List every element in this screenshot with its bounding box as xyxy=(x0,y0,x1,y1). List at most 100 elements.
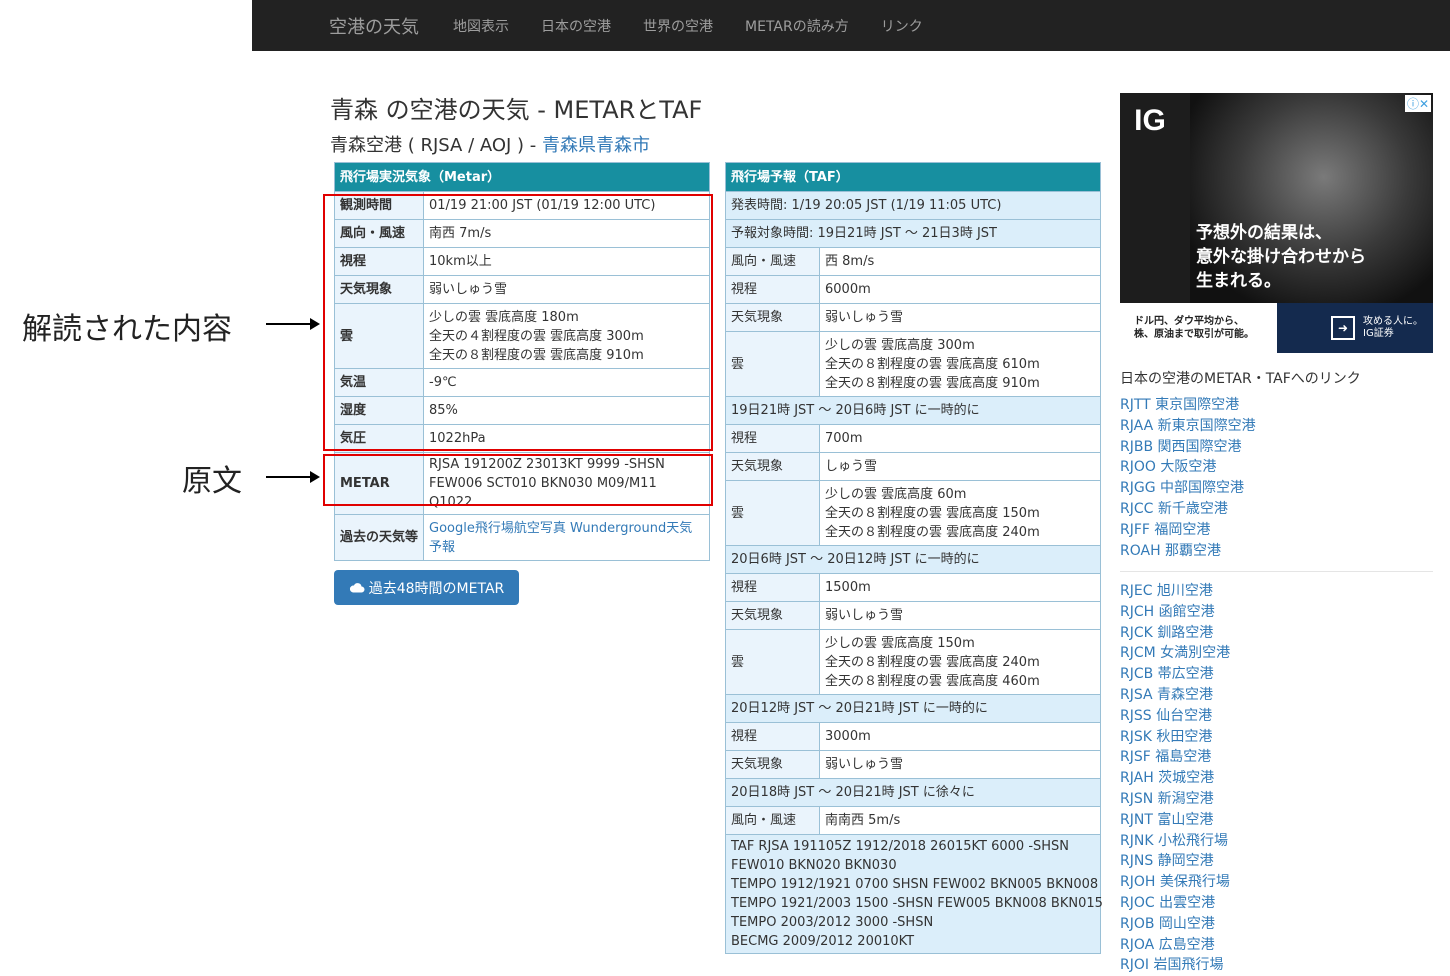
airport-link[interactable]: ROAH 那覇空港 xyxy=(1120,541,1256,562)
airport-link[interactable]: RJOO 大阪空港 xyxy=(1120,457,1256,478)
taf-row-value: 弱いしゅう雪 xyxy=(819,750,1101,779)
cloud-line: 全天の８割程度の雲 雲底高度 460m xyxy=(825,673,1040,689)
site-brand-link[interactable]: 空港の天気 xyxy=(329,13,419,39)
past-weather-links[interactable]: Google飛行場航空写真 Wunderground天気予報 xyxy=(429,521,692,555)
ad-banner[interactable]: IG ⓘ✕ 予想外の結果は、 意外な掛け合わせから 生まれる。 ドル円、ダウ平均… xyxy=(1120,93,1433,353)
airport-link[interactable]: RJCC 新千歳空港 xyxy=(1120,499,1256,520)
ad-copy-line: 意外な掛け合わせから xyxy=(1196,247,1366,267)
airport-link[interactable]: RJOI 岩国飛行場 xyxy=(1120,955,1230,976)
airport-link[interactable]: RJFF 福岡空港 xyxy=(1120,520,1256,541)
major-airport-list: RJTT 東京国際空港 RJAA 新東京国際空港 RJBB 関西国際空港 RJO… xyxy=(1120,395,1256,561)
airport-link[interactable]: RJSN 新潟空港 xyxy=(1120,789,1230,810)
taf-row-value: 3000m xyxy=(819,722,1101,751)
airport-link[interactable]: RJNT 富山空港 xyxy=(1120,810,1230,831)
taf-issued-time: 発表時間: 1/19 20:05 JST (1/19 11:05 UTC) xyxy=(725,191,1101,220)
taf-row-value: 700m xyxy=(819,424,1101,453)
ad-cta-line: 攻める人に。 xyxy=(1363,316,1423,327)
airport-link[interactable]: RJEC 旭川空港 xyxy=(1120,581,1230,602)
taf-row-value: 1500m xyxy=(819,573,1101,602)
raw-highlight-box xyxy=(323,454,713,506)
taf-row-label: 視程 xyxy=(725,424,820,453)
raw-arrow xyxy=(266,471,320,483)
taf-row-value: 6000m xyxy=(819,275,1101,304)
taf-raw-line: FEW010 BKN020 BKN030 xyxy=(731,858,897,873)
decoded-highlight-box xyxy=(323,194,713,451)
ad-cta[interactable]: ➜ 攻める人に。 IG証券 xyxy=(1277,303,1433,353)
cloud-line: 全天の８割程度の雲 雲底高度 240m xyxy=(825,654,1040,670)
airport-link[interactable]: RJCM 女満別空港 xyxy=(1120,643,1230,664)
airport-link[interactable]: RJCH 函館空港 xyxy=(1120,602,1230,623)
taf-raw-text: TAF RJSA 191105Z 1912/2018 26015KT 6000 … xyxy=(725,834,1103,954)
nav-link-map[interactable]: 地図表示 xyxy=(453,16,509,36)
airport-code-text: 青森空港 ( RJSA / AOJ ) - xyxy=(330,135,543,156)
cloud-line: 全天の８割程度の雲 雲底高度 610m xyxy=(825,356,1040,372)
taf-row-value: 弱いしゅう雪 xyxy=(819,303,1101,332)
ad-close-icon[interactable]: ⓘ✕ xyxy=(1404,95,1431,112)
arrow-right-icon: ➜ xyxy=(1331,316,1355,340)
top-navbar: 空港の天気 地図表示 日本の空港 世界の空港 METARの読み方 リンク xyxy=(252,0,1450,51)
airport-link[interactable]: RJOC 出雲空港 xyxy=(1120,893,1230,914)
airport-link[interactable]: RJOA 広島空港 xyxy=(1120,935,1230,956)
page-title: 青森 の空港の天気 - METARとTAF xyxy=(330,96,703,124)
taf-raw-line: TEMPO 2003/2012 3000 -SHSN xyxy=(731,915,934,930)
ad-small-line: ドル円、ダウ平均から、 xyxy=(1134,316,1244,327)
taf-group-title: 20日6時 JST ～ 20日12時 JST に一時的に xyxy=(725,545,1101,574)
other-airport-list: RJEC 旭川空港 RJCH 函館空港 RJCK 釧路空港 RJCM 女満別空港… xyxy=(1120,581,1230,976)
taf-table: 飛行場予報（TAF） 発表時間: 1/19 20:05 JST (1/19 11… xyxy=(725,162,1103,954)
airport-link[interactable]: RJAA 新東京国際空港 xyxy=(1120,416,1256,437)
past-48h-metar-button[interactable]: 過去48時間のMETAR xyxy=(334,570,519,605)
taf-clouds-value: 少しの雲 雲底高度 150m 全天の８割程度の雲 雲底高度 240m 全天の８割… xyxy=(819,629,1101,695)
taf-row-label: 天気現象 xyxy=(725,303,820,332)
taf-row-value: 南南西 5m/s xyxy=(819,806,1101,835)
page-subtitle: 青森空港 ( RJSA / AOJ ) - 青森県青森市 xyxy=(330,131,650,157)
past-weather-label: 過去の天気等 xyxy=(334,514,424,561)
ad-small-text: ドル円、ダウ平均から、 株、原油まで取引が可能。 xyxy=(1134,315,1254,341)
nav-link-world-airports[interactable]: 世界の空港 xyxy=(643,16,713,36)
airport-link[interactable]: RJBB 関西国際空港 xyxy=(1120,437,1256,458)
taf-row-label: 雲 xyxy=(725,480,820,546)
nav-links: 地図表示 日本の空港 世界の空港 METARの読み方 リンク xyxy=(453,16,955,36)
taf-raw-line: BECMG 2009/2012 20010KT xyxy=(731,934,915,949)
taf-row-label: 雲 xyxy=(725,629,820,695)
sidebar-title: 日本の空港のMETAR・TAFへのリンク xyxy=(1120,371,1361,387)
cloud-line: 全天の８割程度の雲 雲底高度 150m xyxy=(825,505,1040,521)
taf-raw-line: TEMPO 1921/2003 1500 -SHSN FEW005 BKN008… xyxy=(731,896,1103,911)
ad-small-line: 株、原油まで取引が可能。 xyxy=(1134,329,1254,340)
cloud-line: 少しの雲 雲底高度 60m xyxy=(825,486,967,502)
ad-logo: IG xyxy=(1134,104,1166,137)
airport-link[interactable]: RJSK 秋田空港 xyxy=(1120,727,1230,748)
airport-link[interactable]: RJCB 帯広空港 xyxy=(1120,664,1230,685)
airport-link[interactable]: RJCK 釧路空港 xyxy=(1120,623,1230,644)
airport-link[interactable]: RJAH 茨城空港 xyxy=(1120,768,1230,789)
taf-row-label: 風向・風速 xyxy=(725,806,820,835)
airport-link[interactable]: RJSS 仙台空港 xyxy=(1120,706,1230,727)
airport-link[interactable]: RJOB 岡山空港 xyxy=(1120,914,1230,935)
taf-row-label: 風向・風速 xyxy=(725,247,820,276)
taf-row-label: 視程 xyxy=(725,722,820,751)
ad-bottom: ドル円、ダウ平均から、 株、原油まで取引が可能。 ➜ 攻める人に。 IG証券 xyxy=(1120,303,1433,353)
airport-link[interactable]: RJOH 美保飛行場 xyxy=(1120,872,1230,893)
airport-link[interactable]: RJSF 福島空港 xyxy=(1120,747,1230,768)
ad-cta-line: IG証券 xyxy=(1363,328,1394,339)
taf-raw-line: TEMPO 1912/1921 0700 SHSN FEW002 BKN005 … xyxy=(731,877,1099,892)
cloud-icon xyxy=(349,583,365,593)
nav-link-metar-guide[interactable]: METARの読み方 xyxy=(745,16,849,36)
sidebar-divider xyxy=(1120,571,1433,572)
cloud-line: 全天の８割程度の雲 雲底高度 910m xyxy=(825,375,1040,391)
metar-header: 飛行場実況気象（Metar） xyxy=(334,162,710,192)
taf-header: 飛行場予報（TAF） xyxy=(725,162,1101,192)
taf-row-value: 弱いしゅう雪 xyxy=(819,601,1101,630)
nav-link-links[interactable]: リンク xyxy=(881,16,923,36)
taf-valid-period: 予報対象時間: 19日21時 JST ～ 21日3時 JST xyxy=(725,219,1101,248)
airport-link[interactable]: RJSA 青森空港 xyxy=(1120,685,1230,706)
taf-group-title: 19日21時 JST ～ 20日6時 JST に一時的に xyxy=(725,396,1101,425)
airport-link[interactable]: RJGG 中部国際空港 xyxy=(1120,478,1256,499)
decoded-annotation: 解読された内容 xyxy=(22,312,232,347)
airport-link[interactable]: RJNK 小松飛行場 xyxy=(1120,831,1230,852)
taf-clouds-value: 少しの雲 雲底高度 60m 全天の８割程度の雲 雲底高度 150m 全天の８割程… xyxy=(819,480,1101,546)
nav-link-japan-airports[interactable]: 日本の空港 xyxy=(541,16,611,36)
location-link[interactable]: 青森県青森市 xyxy=(542,135,650,156)
airport-link[interactable]: RJTT 東京国際空港 xyxy=(1120,395,1256,416)
taf-clouds-value: 少しの雲 雲底高度 300m 全天の８割程度の雲 雲底高度 610m 全天の８割… xyxy=(819,331,1101,397)
airport-link[interactable]: RJNS 静岡空港 xyxy=(1120,851,1230,872)
